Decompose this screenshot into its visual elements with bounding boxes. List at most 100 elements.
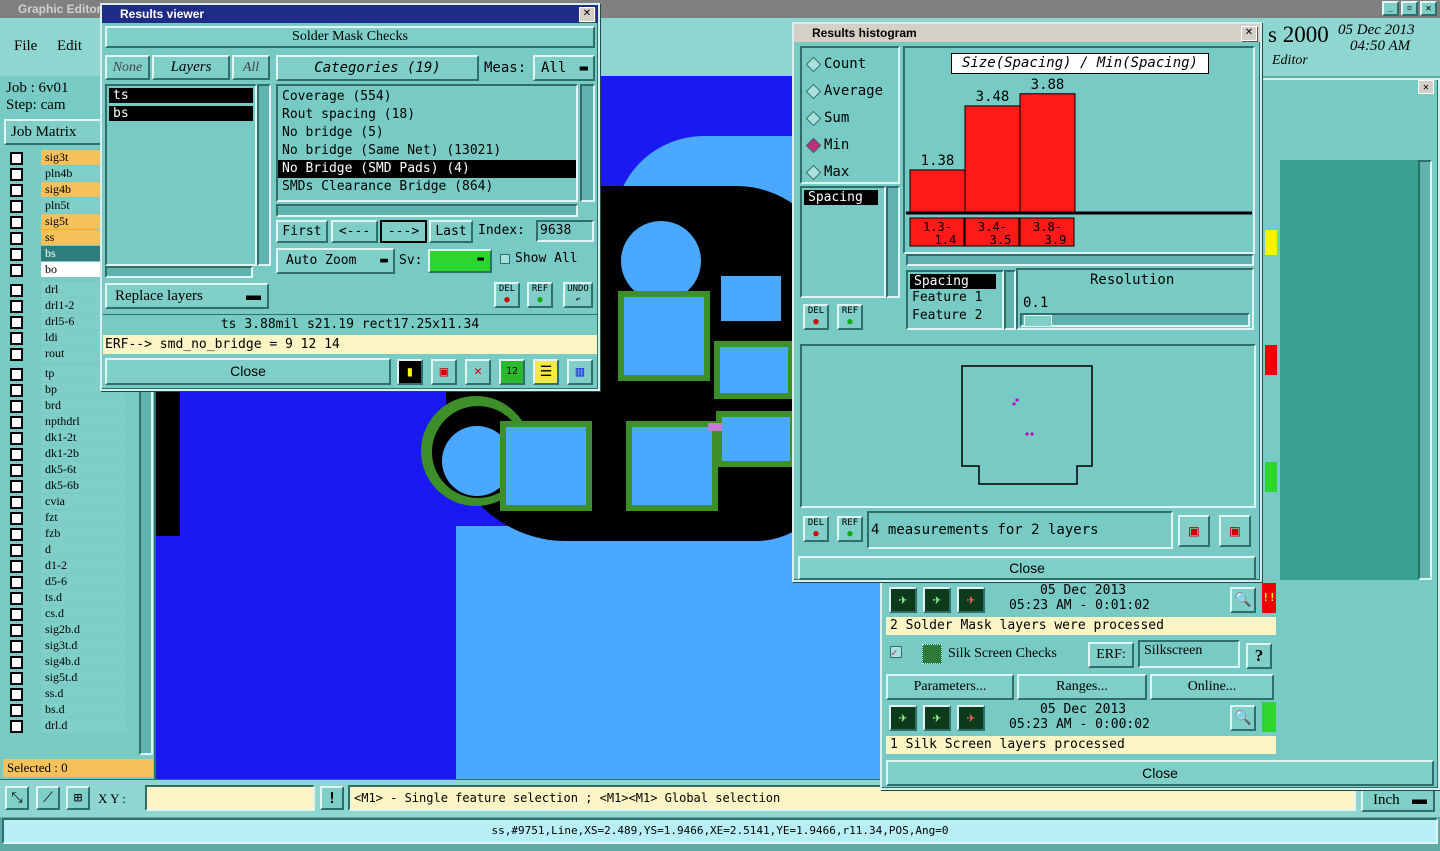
layer-row-sig2b.d[interactable]: sig2b.d <box>5 622 127 637</box>
layer-checkbox[interactable] <box>10 400 23 413</box>
attr-feature-1[interactable]: Feature 1 <box>908 289 1002 307</box>
category-item[interactable]: No Bridge (SMD Pads) (4) <box>278 160 576 178</box>
checklist-close-button[interactable]: Close <box>886 760 1434 786</box>
notes-icon[interactable]: ☰ <box>533 359 559 385</box>
layer-checkbox[interactable] <box>10 300 23 313</box>
xy-input[interactable] <box>145 785 315 811</box>
import-icon[interactable]: ▣ <box>1219 515 1251 547</box>
run-check-icon[interactable]: ✈ <box>889 587 917 613</box>
grid-tool-icon[interactable]: ⊞ <box>66 786 90 810</box>
histogram-hscroll[interactable] <box>906 254 1254 266</box>
layer-row-d5-6[interactable]: d5-6 <box>5 574 127 589</box>
last-button[interactable]: Last <box>429 220 473 243</box>
layer-checkbox[interactable] <box>10 704 23 717</box>
layer-checkbox[interactable] <box>10 168 23 181</box>
layer-checkbox[interactable] <box>10 152 23 165</box>
layer-list-vscroll[interactable] <box>257 84 271 266</box>
layer-checkbox[interactable] <box>10 332 23 345</box>
show-all-checkbox[interactable] <box>500 254 510 264</box>
radio-count[interactable] <box>805 56 822 73</box>
layer-row-fzb[interactable]: fzb <box>5 526 127 541</box>
replace-layers-button[interactable]: Replace layers ▬ <box>105 283 269 309</box>
checklist-close-icon[interactable]: ✕ <box>1418 80 1434 94</box>
results-viewer-close-icon[interactable]: ✕ <box>579 7 595 22</box>
layer-row-sig3t.d[interactable]: sig3t.d <box>5 638 127 653</box>
histogram-close-icon[interactable]: ✕ <box>1241 26 1257 41</box>
auto-zoom-select[interactable]: Auto Zoom ▬ <box>276 248 395 274</box>
layer-checkbox[interactable] <box>10 200 23 213</box>
zoom-results-icon[interactable]: 🔍 <box>1230 587 1256 613</box>
index-field[interactable]: 9638 <box>536 220 594 242</box>
layer-checkbox[interactable] <box>10 688 23 701</box>
maximize-button[interactable]: ▫ <box>1401 1 1418 16</box>
categories-button[interactable]: Categories (19) <box>276 55 479 81</box>
radio-sum[interactable] <box>805 110 822 127</box>
histogram-bar[interactable] <box>964 105 1021 213</box>
layer-row-bs.d[interactable]: bs.d <box>5 702 127 717</box>
radio-max[interactable] <box>805 164 822 181</box>
layer-checkbox[interactable] <box>10 656 23 669</box>
layer-row-npthdrl[interactable]: npthdrl <box>5 414 127 429</box>
ref-icon[interactable]: REF ● <box>527 282 553 308</box>
prev-button[interactable]: <--- <box>331 220 378 243</box>
meas-select[interactable]: All ▬ <box>533 55 595 81</box>
results-viewer-close-button[interactable]: Close <box>105 358 391 385</box>
layer-checkbox[interactable] <box>10 592 23 605</box>
attribute-list-vscroll[interactable] <box>886 186 900 298</box>
alert-icon[interactable]: ! <box>320 786 344 810</box>
feature-attr-vscroll[interactable] <box>1004 270 1016 330</box>
stop-check-icon-2[interactable]: ✈ <box>957 705 985 731</box>
layer-checkbox[interactable] <box>10 216 23 229</box>
online-button[interactable]: Online... <box>1150 674 1274 700</box>
sv-color-select[interactable]: ▬ <box>428 249 492 273</box>
stop-check-icon[interactable]: ✈ <box>957 587 985 613</box>
units-select[interactable]: Inch ▬ <box>1361 788 1435 812</box>
layer-checkbox[interactable] <box>10 384 23 397</box>
attribute-list[interactable]: Spacing <box>800 186 886 298</box>
layer-row-d1-2[interactable]: d1-2 <box>5 558 127 573</box>
menu-file[interactable]: File <box>14 38 37 55</box>
attr-feature-2[interactable]: Feature 2 <box>908 307 1002 325</box>
layer-row-ts.d[interactable]: ts.d <box>5 590 127 605</box>
hist-ref-icon[interactable]: REF ● <box>837 304 863 330</box>
layer-item-ts[interactable]: ts <box>109 88 253 103</box>
layer-checkbox[interactable] <box>10 316 23 329</box>
layer-row-sig5t.d[interactable]: sig5t.d <box>5 670 127 685</box>
category-item[interactable]: No bridge (Same Net) (13021) <box>278 142 576 160</box>
layer-checkbox[interactable] <box>10 432 23 445</box>
ranges-button[interactable]: Ranges... <box>1017 674 1147 700</box>
layer-row-brd[interactable]: brd <box>5 398 127 413</box>
layer-checkbox[interactable] <box>10 464 23 477</box>
spacing-item[interactable]: Spacing <box>804 190 878 205</box>
layer-checkbox[interactable] <box>10 184 23 197</box>
layer-row-dk1-2b[interactable]: dk1-2b <box>5 446 127 461</box>
layer-checkbox[interactable] <box>10 264 23 277</box>
radio-min[interactable] <box>805 137 822 154</box>
layer-row-sig4b.d[interactable]: sig4b.d <box>5 654 127 669</box>
layer-checkbox[interactable] <box>10 248 23 261</box>
next-button[interactable]: ---> <box>380 220 427 243</box>
first-button[interactable]: First <box>276 220 328 243</box>
silk-checkbox[interactable]: ✓ <box>890 646 902 658</box>
category-item[interactable]: No bridge (5) <box>278 124 576 142</box>
histogram-close-button[interactable]: Close <box>798 556 1256 580</box>
layer-row-dk5-6t[interactable]: dk5-6t <box>5 462 127 477</box>
numbering-icon[interactable]: 12 <box>499 359 525 385</box>
hist-del-icon[interactable]: DEL ● <box>803 304 829 330</box>
select-tool-icon[interactable]: ⤡ <box>5 786 29 810</box>
category-item[interactable]: Coverage (554) <box>278 88 576 106</box>
clear-ref-icon[interactable]: ✕ <box>465 359 491 385</box>
layer-checkbox[interactable] <box>10 608 23 621</box>
layer-checkbox[interactable] <box>10 416 23 429</box>
menu-edit[interactable]: Edit <box>57 38 82 55</box>
resolution-slider-thumb[interactable] <box>1024 315 1052 327</box>
layers-button[interactable]: Layers <box>152 55 230 80</box>
resolution-slider[interactable] <box>1020 313 1250 327</box>
layer-checkbox[interactable] <box>10 544 23 557</box>
layer-checkbox[interactable] <box>10 284 23 297</box>
measure-tool-icon[interactable]: ⟋ <box>36 786 60 810</box>
layer-checkbox[interactable] <box>10 624 23 637</box>
erf-field[interactable]: Silkscreen <box>1138 640 1240 668</box>
layer-item-bs[interactable]: bs <box>109 106 253 121</box>
layer-checkbox[interactable] <box>10 560 23 573</box>
